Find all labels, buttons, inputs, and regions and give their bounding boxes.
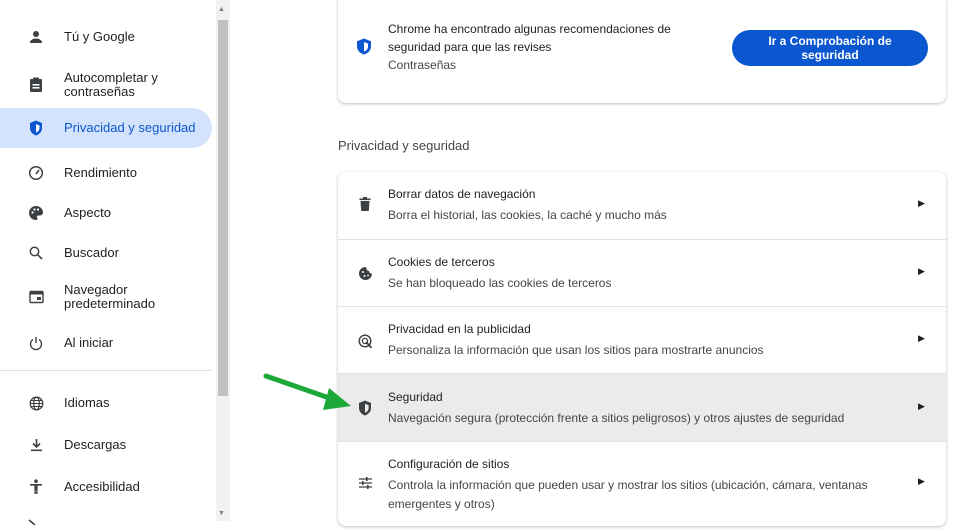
sidebar-item-label: Idiomas xyxy=(64,395,110,410)
go-to-safety-check-button[interactable]: Ir a Comprobación de seguridad xyxy=(732,30,928,66)
sidebar-item-languages[interactable]: Idiomas xyxy=(0,386,212,420)
safety-check-card: Chrome ha encontrado algunas recomendaci… xyxy=(338,0,946,103)
chevron-right-icon: ▶ xyxy=(918,266,925,276)
sidebar-scroll-thumb[interactable] xyxy=(218,20,228,396)
sidebar-item-performance[interactable]: Rendimiento xyxy=(0,156,212,190)
sidebar-item-label: Navegador predeterminado xyxy=(64,282,156,311)
sidebar-item-label: Buscador xyxy=(64,245,119,260)
power-icon xyxy=(27,334,45,352)
setting-title: Cookies de terceros xyxy=(388,255,495,269)
setting-desc: Controla la información que pueden usar … xyxy=(388,478,868,511)
sidebar-item-label: Tú y Google xyxy=(64,29,135,44)
ad-privacy-icon xyxy=(356,332,374,350)
setting-title: Configuración de sitios xyxy=(388,457,510,471)
setting-row-site-settings[interactable]: Configuración de sitios Controla la info… xyxy=(338,442,946,526)
sidebar-item-label: Aspecto xyxy=(64,205,111,220)
sidebar-item-label: Al iniciar xyxy=(64,335,114,350)
chevron-right-icon: ▶ xyxy=(918,476,925,486)
globe-icon xyxy=(27,394,45,412)
sidebar-item-label: Privacidad y seguridad xyxy=(64,120,196,135)
clipboard-icon xyxy=(27,76,45,94)
chevron-right-icon: ▶ xyxy=(918,333,925,343)
setting-title: Privacidad en la publicidad xyxy=(388,322,531,336)
settings-sidebar: Tú y Google Autocompletar y contraseñas … xyxy=(0,0,230,526)
cookie-icon xyxy=(356,264,374,282)
person-icon xyxy=(27,28,45,46)
shield-icon xyxy=(356,38,372,55)
safety-check-line1: Chrome ha encontrado algunas recomendaci… xyxy=(388,22,671,36)
sidebar-item-on-startup[interactable]: Al iniciar xyxy=(0,326,212,360)
chevron-right-icon: ▶ xyxy=(918,198,925,208)
section-title: Privacidad y seguridad xyxy=(338,138,470,153)
scroll-down-icon[interactable]: ▼ xyxy=(218,510,225,517)
sidebar-item-default-browser[interactable]: Navegador predeterminado xyxy=(0,276,212,318)
setting-desc: Se han bloqueado las cookies de terceros xyxy=(388,276,612,290)
setting-title: Borrar datos de navegación xyxy=(388,187,536,201)
setting-desc: Personaliza la información que usan los … xyxy=(388,343,764,357)
setting-row-third-party-cookies[interactable]: Cookies de terceros Se han bloqueado las… xyxy=(338,240,946,306)
setting-row-ad-privacy[interactable]: Privacidad en la publicidad Personaliza … xyxy=(338,307,946,373)
sidebar-item-downloads[interactable]: Descargas xyxy=(0,428,212,462)
setting-title: Seguridad xyxy=(388,390,443,404)
tune-icon xyxy=(356,474,374,492)
accessibility-icon xyxy=(27,478,45,496)
setting-desc: Navegación segura (protección frente a s… xyxy=(388,411,845,425)
sidebar-item-label: Rendimiento xyxy=(64,165,137,180)
sidebar-item-autofill[interactable]: Autocompletar y contraseñas xyxy=(0,64,212,106)
setting-row-security[interactable]: Seguridad Navegación segura (protección … xyxy=(338,374,946,441)
sidebar-item-search-engine[interactable]: Buscador xyxy=(0,236,212,270)
sidebar-divider xyxy=(0,370,212,371)
speedometer-icon xyxy=(27,164,45,182)
chevron-right-icon: ▶ xyxy=(918,401,925,411)
sidebar-item-accessibility[interactable]: Accesibilidad xyxy=(0,470,212,504)
scroll-up-icon[interactable]: ▲ xyxy=(218,6,225,13)
safety-check-text: Chrome ha encontrado algunas recomendaci… xyxy=(388,20,688,74)
sidebar-item-label: Accesibilidad xyxy=(64,479,140,494)
setting-row-clear-browsing-data[interactable]: Borrar datos de navegación Borra el hist… xyxy=(338,172,946,239)
chevron-partial-icon xyxy=(27,512,41,526)
browser-icon xyxy=(27,288,45,306)
sidebar-item-privacy[interactable]: Privacidad y seguridad xyxy=(0,108,212,148)
safety-check-line2: seguridad para que las revises xyxy=(388,40,552,54)
sidebar-item-you-and-google[interactable]: Tú y Google xyxy=(0,20,212,54)
privacy-settings-list: Borrar datos de navegación Borra el hist… xyxy=(338,172,946,526)
search-icon xyxy=(27,244,45,262)
green-arrow-annotation xyxy=(263,373,351,410)
shield-icon xyxy=(27,119,45,137)
trash-icon xyxy=(356,195,374,213)
sidebar-item-label: Autocompletar y contraseñas xyxy=(64,70,158,99)
palette-icon xyxy=(27,204,45,222)
sidebar-item-label: Descargas xyxy=(64,437,127,452)
setting-desc: Borra el historial, las cookies, la cach… xyxy=(388,208,667,222)
safety-check-sub: Contraseñas xyxy=(388,58,457,72)
sidebar-item-appearance[interactable]: Aspecto xyxy=(0,196,212,230)
shield-icon xyxy=(356,399,374,417)
download-icon xyxy=(27,436,45,454)
